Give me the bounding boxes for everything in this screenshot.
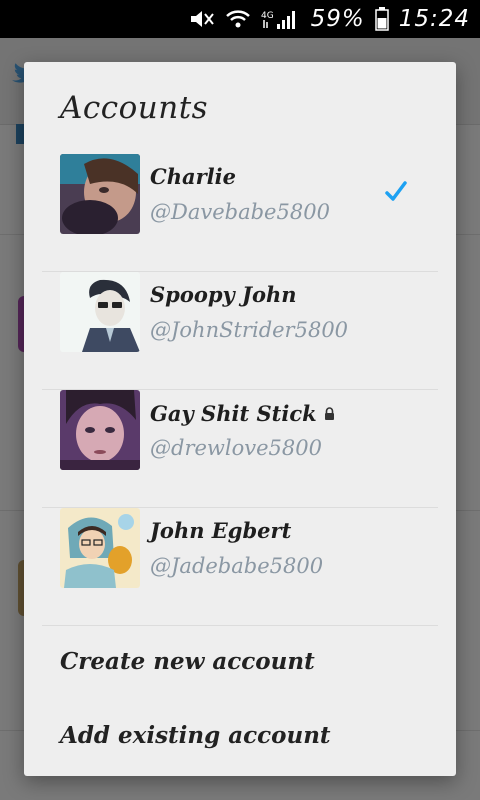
account-handle: @JohnStrider5800 <box>150 318 349 342</box>
account-item-gay-shit-stick[interactable]: Gay Shit Stick @drewlove5800 <box>42 390 438 508</box>
checkmark-icon <box>384 180 408 204</box>
avatar-spoopy-john <box>60 272 140 352</box>
status-bar: 4G 59% 15:24 <box>0 0 480 38</box>
create-new-account-button[interactable]: Create new account <box>60 648 315 675</box>
account-name-text: Gay Shit Stick <box>150 401 317 426</box>
4g-signal-icon: 4G <box>261 8 301 30</box>
wifi-icon <box>225 8 251 30</box>
avatar-gay-shit-stick <box>60 390 140 470</box>
account-name: John Egbert <box>150 518 292 543</box>
avatar-john-egbert <box>60 508 140 588</box>
battery-percent: 59% <box>310 6 365 32</box>
add-existing-account-button[interactable]: Add existing account <box>60 722 331 749</box>
account-item-charlie[interactable]: Charlie @Davebabe5800 <box>42 154 438 272</box>
account-item-john-egbert[interactable]: John Egbert @Jadebabe5800 <box>42 508 438 626</box>
avatar-charlie <box>60 154 140 234</box>
battery-icon <box>374 7 389 31</box>
dialog-title: Accounts <box>60 90 209 126</box>
lock-icon <box>323 400 336 420</box>
account-name: Charlie <box>150 164 236 189</box>
account-name: Gay Shit Stick <box>150 400 336 426</box>
clock: 15:24 <box>398 6 470 32</box>
accounts-dialog: Accounts Charlie @Davebabe5800 Spoopy Jo… <box>24 62 456 776</box>
svg-text:4G: 4G <box>261 11 274 21</box>
account-handle: @Davebabe5800 <box>150 200 330 224</box>
account-handle: @Jadebabe5800 <box>150 554 324 578</box>
mute-icon <box>189 8 215 30</box>
account-handle: @drewlove5800 <box>150 436 322 460</box>
account-name: Spoopy John <box>150 282 297 307</box>
account-item-spoopy-john[interactable]: Spoopy John @JohnStrider5800 <box>42 272 438 390</box>
divider <box>42 625 438 626</box>
